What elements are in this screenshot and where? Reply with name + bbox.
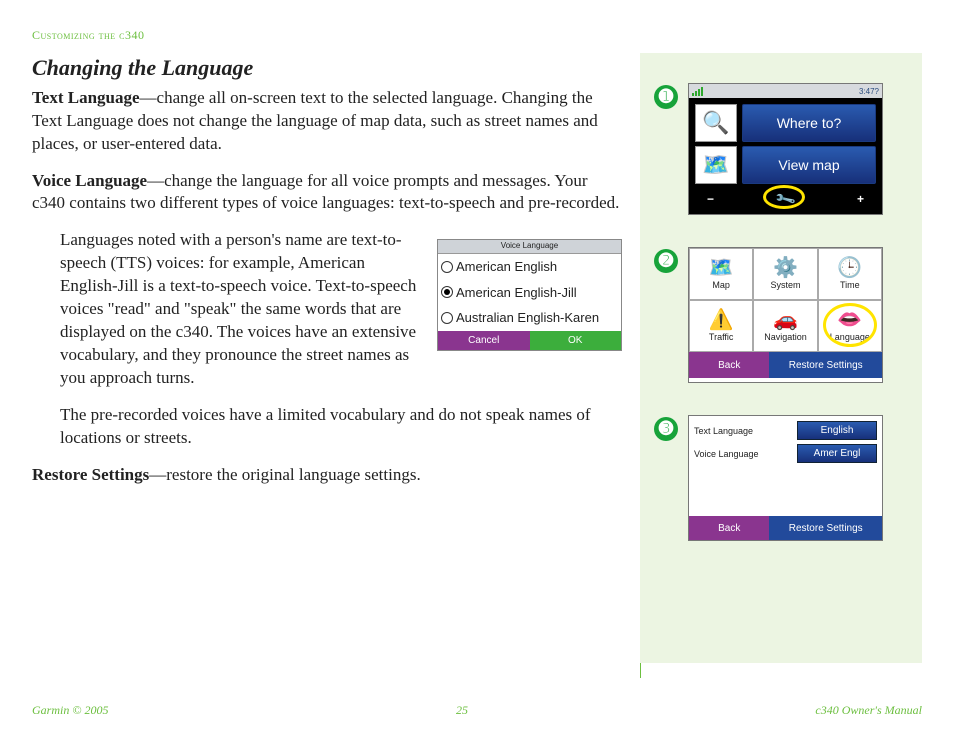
- plus-icon[interactable]: +: [857, 192, 864, 206]
- voice-option-2[interactable]: American English-Jill: [438, 280, 621, 306]
- settings-language-cell[interactable]: 👄Language: [818, 300, 882, 352]
- cell-label: Traffic: [709, 332, 734, 342]
- voice-language-paragraph: Voice Language—change the language for a…: [32, 170, 622, 216]
- voice-option-label: Australian English-Karen: [456, 309, 599, 327]
- restore-settings-button[interactable]: Restore Settings: [769, 352, 882, 378]
- highlight-ring-icon: [823, 303, 877, 347]
- where-to-button[interactable]: Where to?: [742, 104, 876, 142]
- restore-settings-button[interactable]: Restore Settings: [769, 516, 882, 540]
- text-language-label: Text Language: [32, 88, 140, 107]
- text-language-paragraph: Text Language—change all on-screen text …: [32, 87, 622, 156]
- voice-option-label: American English: [456, 258, 557, 276]
- radio-icon: [441, 261, 453, 273]
- clock-time: 3:47?: [859, 87, 879, 96]
- text-language-value-button[interactable]: English: [797, 421, 877, 440]
- header-breadcrumb: Customizing the c340: [32, 28, 922, 43]
- settings-wrench-button[interactable]: 🔧: [765, 188, 807, 210]
- cancel-button[interactable]: Cancel: [438, 331, 530, 351]
- restore-settings-label: Restore Settings: [32, 465, 149, 484]
- radio-icon: [441, 312, 453, 324]
- steps-sidebar: ➊ 3:47? 🔍 Where to? 🗺️ View map: [640, 53, 922, 663]
- step-number-1: ➊: [654, 85, 678, 109]
- settings-map-cell[interactable]: 🗺️ Map: [689, 248, 753, 300]
- traffic-icon: ⚠️: [709, 310, 734, 330]
- section-title: Changing the Language: [32, 53, 622, 83]
- cell-label: Navigation: [764, 332, 807, 342]
- tts-paragraph: Languages noted with a person's name are…: [60, 229, 423, 390]
- settings-time-cell[interactable]: 🕒 Time: [818, 248, 882, 300]
- main-text-column: Changing the Language Text Language—chan…: [32, 53, 622, 663]
- step-number-2: ➋: [654, 249, 678, 273]
- gps-language-settings-screenshot: Text Language English Voice Language Ame…: [688, 415, 883, 541]
- map-icon: 🗺️: [709, 258, 734, 278]
- gear-icon: ⚙️: [773, 258, 798, 278]
- step-number-3: ➌: [654, 417, 678, 441]
- minus-icon[interactable]: −: [707, 192, 714, 206]
- settings-system-cell[interactable]: ⚙️ System: [753, 248, 817, 300]
- page-footer: Garmin © 2005 25 c340 Owner's Manual: [32, 703, 922, 718]
- voice-language-row-label: Voice Language: [694, 449, 759, 459]
- clock-icon: 🕒: [837, 258, 862, 278]
- ok-button[interactable]: OK: [530, 331, 622, 351]
- voice-option-1[interactable]: American English: [438, 254, 621, 280]
- footer-page-number: 25: [456, 703, 468, 718]
- view-map-button[interactable]: View map: [742, 146, 876, 184]
- step-1: ➊ 3:47? 🔍 Where to? 🗺️ View map: [654, 83, 904, 215]
- text-language-row-label: Text Language: [694, 426, 753, 436]
- signal-icon: [692, 87, 703, 96]
- settings-navigation-cell[interactable]: 🚗 Navigation: [753, 300, 817, 352]
- step-3: ➌ Text Language English Voice Language A…: [654, 415, 904, 541]
- step-2: ➋ 🗺️ Map ⚙️ System 🕒 Time ⚠️ Traffic 🚗 Naviga…: [654, 247, 904, 383]
- map-thumb-icon: 🗺️: [695, 146, 737, 184]
- cell-label: Time: [840, 280, 860, 290]
- voice-option-3[interactable]: Australian English-Karen: [438, 305, 621, 331]
- voice-language-popup-screenshot: Voice Language American English American…: [437, 239, 622, 351]
- voice-language-label: Voice Language: [32, 171, 147, 190]
- back-button[interactable]: Back: [689, 516, 769, 540]
- prerecorded-paragraph: The pre-recorded voices have a limited v…: [32, 404, 622, 450]
- restore-settings-paragraph: Restore Settings—restore the original la…: [32, 464, 622, 487]
- gps-settings-screenshot: 🗺️ Map ⚙️ System 🕒 Time ⚠️ Traffic 🚗 Navigati…: [688, 247, 883, 383]
- voice-option-label: American English-Jill: [456, 284, 577, 302]
- popup-title: Voice Language: [438, 240, 621, 254]
- back-button[interactable]: Back: [689, 352, 769, 378]
- magnifier-icon: 🔍: [695, 104, 737, 142]
- restore-settings-body: —restore the original language settings.: [149, 465, 420, 484]
- cell-label: Map: [712, 280, 730, 290]
- cell-label: System: [770, 280, 800, 290]
- settings-traffic-cell[interactable]: ⚠️ Traffic: [689, 300, 753, 352]
- car-icon: 🚗: [773, 310, 798, 330]
- footer-manual-title: c340 Owner's Manual: [815, 703, 922, 718]
- footer-copyright: Garmin © 2005: [32, 703, 108, 718]
- radio-icon: [441, 286, 453, 298]
- gps-home-screenshot: 3:47? 🔍 Where to? 🗺️ View map −: [688, 83, 883, 215]
- voice-language-value-button[interactable]: Amer Engl: [797, 444, 877, 463]
